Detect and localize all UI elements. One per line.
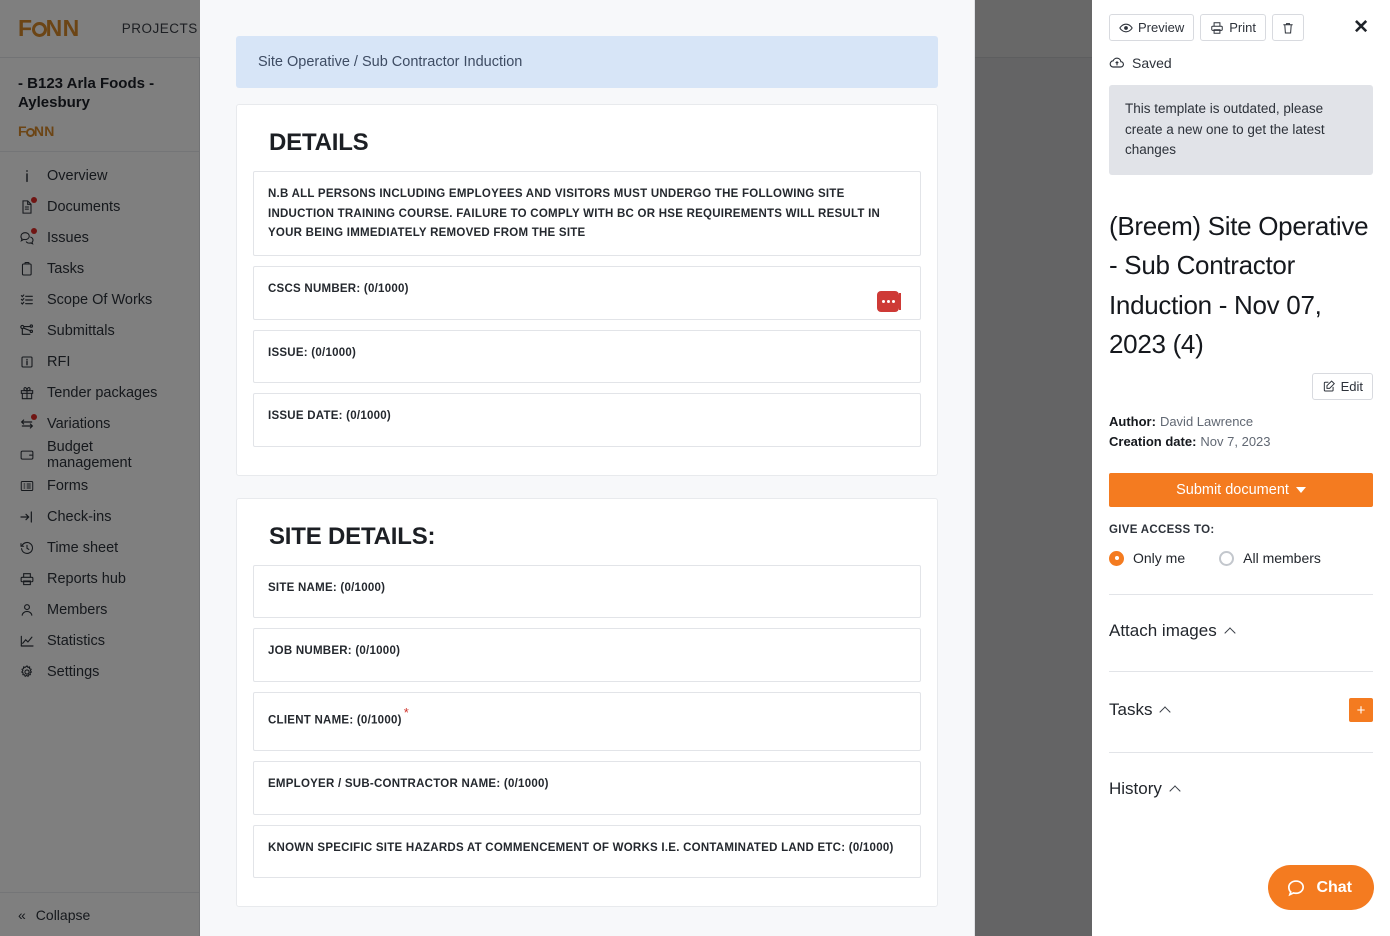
document-section: DETAILS N.B ALL PERSONS INCLUDING EMPLOYE… [236, 104, 938, 476]
field-label: ISSUE: (0/1000) [268, 346, 357, 359]
creation-date-value: Nov 7, 2023 [1200, 434, 1271, 450]
author-row: Author: David Lawrence [1109, 412, 1373, 433]
form-field[interactable]: KNOWN SPECIFIC SITE HAZARDS AT COMMENCEM… [253, 824, 921, 879]
creation-date-row: Creation date: Nov 7, 2023 [1109, 432, 1373, 453]
radio-circle-icon [1219, 550, 1235, 566]
access-radio-all-members[interactable]: All members [1219, 550, 1321, 566]
chevron-down-icon [1295, 487, 1306, 494]
chevron-up-icon [1224, 627, 1236, 639]
add-task-button[interactable]: + [1349, 698, 1373, 723]
print-label: Print [1229, 20, 1256, 35]
form-field[interactable]: CLIENT NAME: (0/1000)* [253, 692, 921, 751]
accordion-history: History [1109, 752, 1373, 799]
panel-accordions: Attach images Tasks + History [1109, 594, 1373, 799]
edit-row: Edit [1109, 372, 1373, 400]
edit-button[interactable]: Edit [1311, 372, 1373, 400]
field-label: CLIENT NAME: (0/1000) [268, 714, 402, 727]
delete-button[interactable] [1271, 14, 1304, 41]
print-button[interactable]: Print [1200, 14, 1266, 41]
document-meta: Author: David Lawrence Creation date: Nov … [1109, 412, 1373, 454]
access-radio-label: All members [1243, 550, 1321, 567]
form-field[interactable]: JOB NUMBER: (0/1000) [253, 628, 921, 682]
accordion-label: Attach images [1109, 621, 1217, 641]
field-label: ISSUE DATE: (0/1000) [268, 410, 392, 423]
field-label: SITE NAME: (0/1000) [268, 581, 386, 594]
form-field[interactable]: SITE NAME: (0/1000) [253, 564, 921, 619]
chat-label: Chat [1316, 878, 1352, 896]
outdated-template-notice: This template is outdated, please create… [1109, 85, 1373, 175]
field-label: EMPLOYER / SUB-CONTRACTOR NAME: (0/1000) [268, 777, 549, 790]
eye-icon [1119, 21, 1133, 35]
accordion-header[interactable]: History [1109, 779, 1181, 799]
trash-icon [1281, 21, 1295, 35]
accordion-header[interactable]: Tasks [1109, 700, 1172, 720]
submit-document-button[interactable]: Submit document [1109, 473, 1373, 508]
saved-label: Saved [1132, 55, 1172, 71]
accordion-tasks: Tasks + [1109, 671, 1373, 723]
app-root: FNN PROJECTS > - B123 Arla Foods - Ayles… [0, 0, 1390, 936]
accordion-header[interactable]: Attach images [1109, 621, 1236, 641]
close-panel-button[interactable]: ✕ [1349, 16, 1373, 39]
form-field[interactable]: ISSUE: (0/1000) [253, 329, 921, 384]
panel-document-title: (Breem) Site Operative - Sub Contractor … [1109, 210, 1369, 360]
chevron-up-icon [1159, 706, 1172, 718]
author-key: Author: [1109, 413, 1156, 429]
radio-circle-icon [1109, 550, 1124, 566]
preview-button[interactable]: Preview [1109, 14, 1195, 41]
document-scroll-area[interactable]: Site Operative / Sub Contractor Inductio… [200, 0, 974, 936]
panel-toolbar: Preview Print ✕ [1109, 14, 1373, 41]
pencil-square-icon [1322, 379, 1336, 393]
author-value: David Lawrence [1159, 413, 1254, 429]
accordion-attach-images: Attach images [1109, 594, 1373, 641]
edit-label: Edit [1340, 378, 1363, 394]
required-asterisk: * [403, 705, 409, 720]
accordion-label: Tasks [1109, 700, 1153, 720]
field-label: KNOWN SPECIFIC SITE HAZARDS AT COMMENCEM… [268, 841, 894, 854]
form-field[interactable]: EMPLOYER / SUB-CONTRACTOR NAME: (0/1000) [253, 760, 921, 815]
access-radio-only-me[interactable]: Only me [1109, 550, 1185, 566]
form-field[interactable]: ISSUE DATE: (0/1000) [253, 393, 921, 447]
form-field[interactable]: CSCS NUMBER: (0/1000) [253, 265, 921, 320]
give-access-label: GIVE ACCESS TO: [1109, 524, 1215, 537]
chevron-up-icon [1169, 785, 1181, 797]
field-label: CSCS NUMBER: (0/1000) [268, 282, 409, 295]
document-info-panel: Preview Print ✕ Saved This template is o… [1092, 0, 1390, 936]
document-sections: DETAILS N.B ALL PERSONS INCLUDING EMPLOYE… [236, 104, 938, 908]
document-viewer: Site Operative / Sub Contractor Inductio… [200, 0, 975, 936]
field-options-badge[interactable] [877, 290, 901, 312]
access-radio-label: Only me [1133, 550, 1186, 567]
chat-bubble-icon [1286, 878, 1306, 898]
creation-date-key: Creation date: [1109, 434, 1197, 450]
form-field[interactable]: N.B ALL PERSONS INCLUDING EMPLOYEES AND … [253, 171, 921, 256]
section-title: DETAILS [269, 129, 369, 156]
accordion-label: History [1109, 779, 1162, 799]
document-section: SITE DETAILS: SITE NAME: (0/1000) JOB NUMB… [236, 497, 938, 908]
document-form-banner: Site Operative / Sub Contractor Inductio… [236, 36, 938, 88]
preview-label: Preview [1138, 20, 1185, 35]
printer-icon [1210, 21, 1224, 35]
saved-status: Saved [1109, 55, 1373, 71]
section-title: SITE DETAILS: [269, 522, 436, 550]
field-label: JOB NUMBER: (0/1000) [268, 645, 401, 658]
access-radio-group: Only me All members [1109, 550, 1373, 566]
modal-side-gutter[interactable] [975, 0, 1092, 936]
chat-button[interactable]: Chat [1268, 865, 1374, 910]
submit-document-label: Submit document [1176, 482, 1289, 499]
field-label: N.B ALL PERSONS INCLUDING EMPLOYEES AND … [268, 188, 881, 240]
cloud-upload-icon [1109, 55, 1125, 71]
